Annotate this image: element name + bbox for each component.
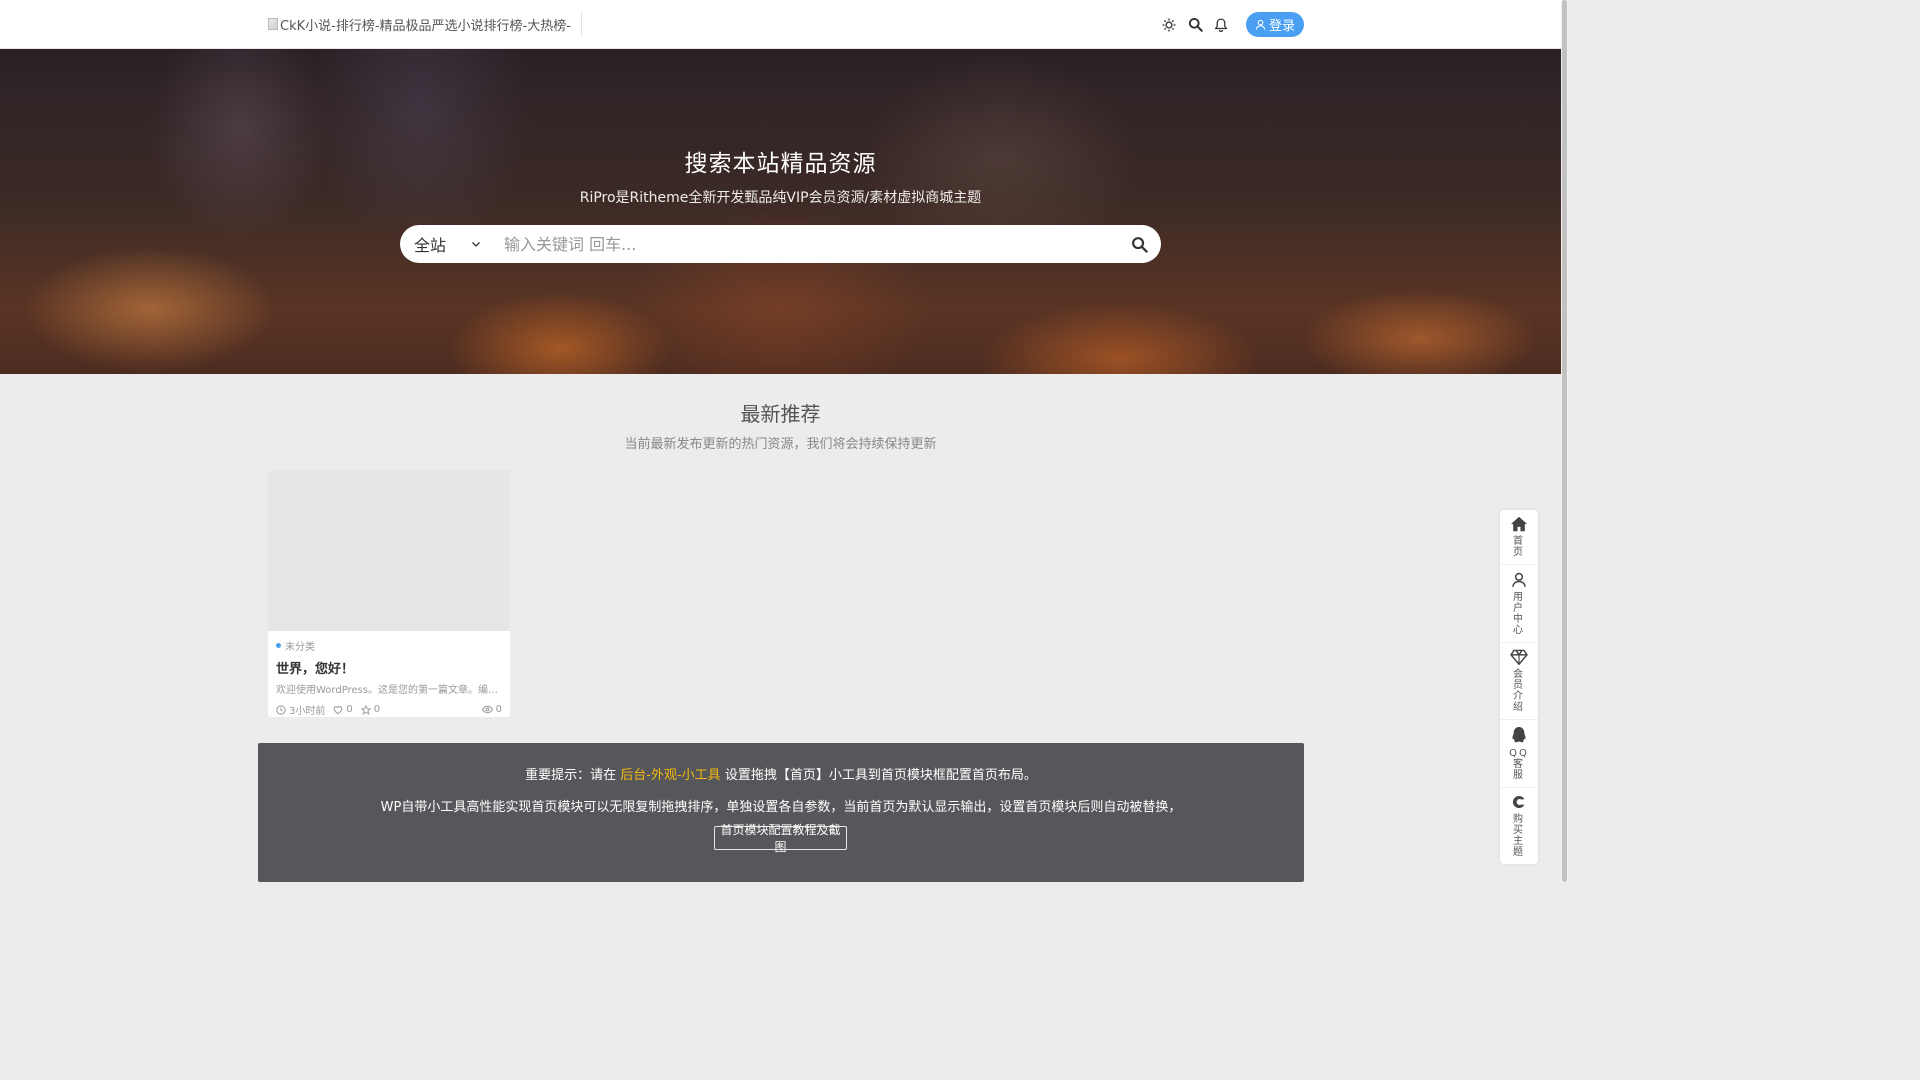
float-home-label: 首页	[1513, 536, 1525, 558]
notice-prefix: 重要提示：请在	[525, 768, 617, 783]
post-title[interactable]: 世界，您好！	[276, 658, 502, 677]
broken-image-icon	[268, 18, 278, 30]
post-card-body: 未分类 世界，您好！ 欢迎使用WordPress。这是您的第一篇文章。编辑或删除…	[268, 631, 510, 717]
float-user-center-label: 用户中心	[1513, 592, 1525, 636]
float-buy-theme[interactable]: 购买主题	[1500, 788, 1538, 864]
widget-notice-panel: 重要提示：请在 后台-外观-小工具 设置拖拽【首页】小工具到首页模块框配置首页布…	[258, 743, 1304, 882]
eye-icon	[481, 705, 493, 714]
user-icon	[1512, 572, 1526, 587]
float-qq-support[interactable]: QQ客服	[1500, 720, 1538, 788]
float-qq-support-label: QQ客服	[1509, 748, 1529, 781]
post-meta: 3小时前 0 0 0	[276, 702, 502, 717]
header-actions: 登录	[1158, 12, 1305, 37]
bell-icon[interactable]	[1210, 14, 1232, 36]
post-thumbnail[interactable]	[268, 470, 510, 631]
search-scope-value: 全站	[414, 236, 447, 255]
hero-banner: 搜索本站精品资源 RiPro是Ritheme全新开发甄品纯VIP会员资源/素材虚…	[0, 49, 1561, 374]
tutorial-button[interactable]: 首页模块配置教程及截图	[714, 823, 847, 854]
notice-line-2: WP自带小工具高性能实现首页模块可以无限复制拖拽排序，单独设置各自参数，当前首页…	[380, 800, 1182, 815]
header-divider	[581, 12, 582, 37]
post-favorites-count: 0	[373, 704, 381, 715]
floating-sidebar: 首页 用户中心 会员介绍 QQ客服 购买主题	[1500, 510, 1538, 864]
post-time-value: 3小时前	[289, 706, 326, 717]
logo-alt-text: CkK小说-排行榜-精品极品严选小说排行榜-大热榜-	[280, 18, 571, 34]
theme-toggle-icon[interactable]	[1158, 14, 1180, 36]
search-icon[interactable]	[1184, 14, 1206, 36]
float-buy-theme-label: 购买主题	[1513, 814, 1525, 858]
page-scrollbar[interactable]	[1561, 0, 1568, 882]
diamond-icon	[1510, 649, 1528, 665]
float-membership-label: 会员介绍	[1513, 669, 1525, 713]
post-favorites[interactable]: 0	[360, 704, 381, 715]
login-label: 登录	[1269, 19, 1296, 34]
hero-subtitle: RiPro是Ritheme全新开发甄品纯VIP会员资源/素材虚拟商城主题	[579, 190, 982, 206]
search-submit-icon[interactable]	[1117, 236, 1161, 253]
post-category[interactable]: 未分类	[276, 638, 502, 653]
search-input[interactable]	[492, 233, 1117, 255]
login-button[interactable]: 登录	[1246, 12, 1305, 37]
search-scope-select[interactable]: 全站	[400, 232, 492, 256]
category-dot-icon	[276, 643, 281, 648]
widgets-admin-link[interactable]: 后台-外观-小工具	[620, 768, 720, 783]
hero-title: 搜索本站精品资源	[684, 151, 877, 177]
clock-icon	[276, 704, 286, 715]
post-category-label: 未分类	[285, 642, 315, 653]
post-likes-count: 0	[346, 704, 353, 715]
post-views: 0	[481, 704, 502, 715]
search-bar: 全站	[400, 225, 1161, 263]
post-likes[interactable]: 0	[333, 704, 353, 715]
qq-icon	[1512, 727, 1526, 743]
post-views-count: 0	[495, 704, 502, 715]
post-excerpt: 欢迎使用WordPress。这是您的第一篇文章。编辑或删除它，然后开始写作吧！	[276, 685, 502, 696]
scrollbar-thumb[interactable]	[1562, 0, 1567, 882]
float-user-center[interactable]: 用户中心	[1500, 565, 1538, 643]
site-logo[interactable]: CkK小说-排行榜-精品极品严选小说排行榜-大热榜-	[268, 15, 571, 34]
section-subtitle: 当前最新发布更新的热门资源，我们将会持续保持更新	[624, 437, 937, 452]
post-card[interactable]: 未分类 世界，您好！ 欢迎使用WordPress。这是您的第一篇文章。编辑或删除…	[268, 470, 510, 717]
float-membership[interactable]: 会员介绍	[1500, 643, 1538, 720]
top-navbar: CkK小说-排行榜-精品极品严选小说排行榜-大热榜- 登录	[0, 0, 1561, 49]
home-icon	[1511, 516, 1527, 532]
buy-icon	[1512, 796, 1525, 808]
notice-line-1: 重要提示：请在 后台-外观-小工具 设置拖拽【首页】小工具到首页模块框配置首页布…	[258, 764, 1304, 783]
star-icon	[360, 704, 371, 715]
notice-suffix: 设置拖拽【首页】小工具到首页模块框配置首页布局。	[724, 768, 1037, 783]
heart-icon	[334, 705, 343, 714]
chevron-down-icon	[472, 242, 480, 247]
float-home[interactable]: 首页	[1500, 510, 1538, 565]
section-title: 最新推荐	[740, 402, 821, 426]
post-time: 3小时前	[276, 702, 325, 717]
user-icon	[1255, 19, 1266, 30]
